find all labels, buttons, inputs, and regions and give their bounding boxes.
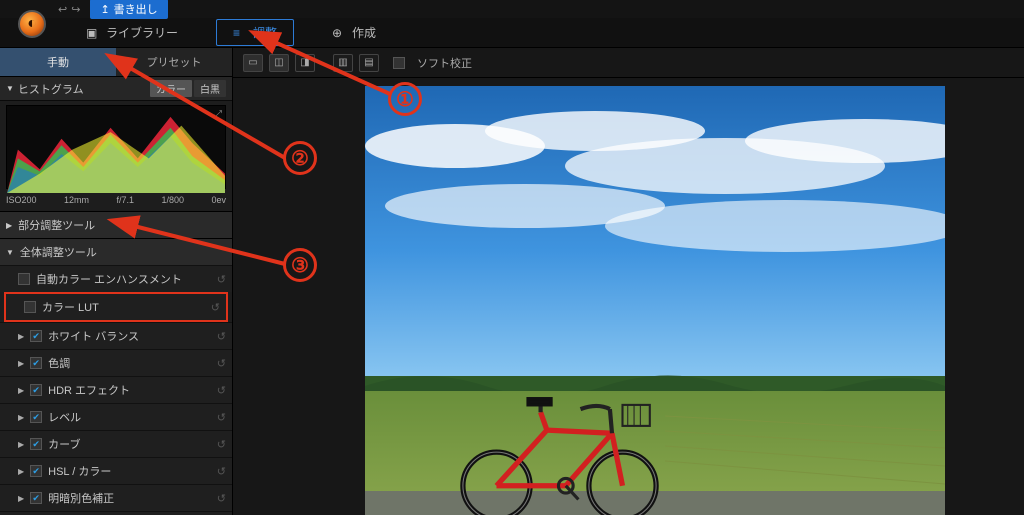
redo-button[interactable]: ↪ [71,3,80,16]
histogram-view: ⤢ [6,105,226,189]
reset-icon[interactable]: ↺ [217,492,226,505]
tool-label: ホワイト バランス [48,328,139,344]
tool-label: 色調 [48,355,70,371]
nav-create-label: 作成 [352,24,376,41]
chevron-down-icon: ▼ [6,248,14,257]
checkbox[interactable] [30,411,42,423]
histogram-mode-color[interactable]: カラー [150,80,192,97]
view-compare-icon[interactable]: ◫ [269,54,289,72]
export-label: 書き出し [114,1,158,17]
chevron-right-icon: ▶ [18,332,24,341]
tool-label: 自動カラー エンハンスメント [36,271,182,287]
nav-library-label: ライブラリー [106,24,178,41]
nav-adjust[interactable]: ≡ 調整 [216,19,294,46]
softproof-checkbox[interactable] [393,57,405,69]
view-mirror-icon[interactable]: ▥ [333,54,353,72]
chevron-right-icon: ▶ [18,467,24,476]
tool-auto-enhance[interactable]: 自動カラー エンハンスメント ↺ [0,265,232,292]
tool-label: レベル [48,409,81,425]
annotation-3: ③ [283,248,317,282]
tool-split-tone[interactable]: ▶ 明暗別色補正 ↺ [0,484,232,511]
checkbox[interactable] [30,384,42,396]
reset-icon[interactable]: ↺ [217,357,226,370]
tab-manual[interactable]: 手動 [0,48,116,76]
checkbox[interactable] [30,492,42,504]
image-viewport[interactable] [233,78,1024,515]
export-button[interactable]: ↥ 書き出し [90,0,167,19]
tool-color-lut[interactable]: カラー LUT ↺ [4,292,228,322]
tool-curve[interactable]: ▶ カーブ ↺ [0,430,232,457]
app-logo-icon: ◐ [18,10,46,38]
reset-icon[interactable]: ↺ [217,330,226,343]
chevron-right-icon: ▶ [18,440,24,449]
undo-button[interactable]: ↩ [58,3,67,16]
nav-adjust-label: 調整 [253,24,277,41]
tool-label: 明暗別色補正 [48,490,114,506]
chevron-down-icon: ▼ [6,84,14,93]
histogram-header[interactable]: ▼ ヒストグラム カラー 白黒 [0,77,232,101]
create-icon: ⊕ [332,26,346,40]
chevron-right-icon: ▶ [18,386,24,395]
chevron-right-icon: ▶ [18,413,24,422]
tool-detail[interactable]: ▶ ディテール ↺ [0,511,232,515]
tab-preset[interactable]: プリセット [116,48,232,76]
reset-icon[interactable]: ↺ [217,273,226,286]
tool-hsl[interactable]: ▶ HSL / カラー ↺ [0,457,232,484]
section-partial[interactable]: ▶ 部分調整ツール [0,211,232,238]
tool-label: HSL / カラー [48,463,111,479]
chevron-right-icon: ▶ [18,359,24,368]
checkbox[interactable] [30,438,42,450]
adjust-sidebar: 手動 プリセット ▼ ヒストグラム カラー 白黒 ⤢ ISO200 12mm f… [0,48,233,515]
tool-tone[interactable]: ▶ 色調 ↺ [0,349,232,376]
checkbox[interactable] [30,465,42,477]
tool-label: HDR エフェクト [48,382,130,398]
annotation-2: ② [283,141,317,175]
reset-icon[interactable]: ↺ [217,411,226,424]
view-split-icon[interactable]: ◨ [295,54,315,72]
checkbox[interactable] [24,301,36,313]
section-partial-label: 部分調整ツール [18,217,95,233]
histo-shutter: 1/800 [161,195,184,205]
checkbox[interactable] [30,330,42,342]
tool-white-balance[interactable]: ▶ ホワイト バランス ↺ [0,322,232,349]
nav-library[interactable]: ▣ ライブラリー [70,20,194,45]
library-icon: ▣ [86,26,100,40]
view-single-icon[interactable]: ▭ [243,54,263,72]
reset-icon[interactable]: ↺ [211,301,220,314]
chevron-right-icon: ▶ [18,494,24,503]
view-flip-icon[interactable]: ▤ [359,54,379,72]
histo-focal: 12mm [64,195,89,205]
export-icon: ↥ [100,3,109,16]
reset-icon[interactable]: ↺ [217,438,226,451]
tool-level[interactable]: ▶ レベル ↺ [0,403,232,430]
histo-iso: ISO200 [6,195,37,205]
tool-hdr[interactable]: ▶ HDR エフェクト ↺ [0,376,232,403]
chevron-right-icon: ▶ [6,221,12,230]
histogram-mode-bw[interactable]: 白黒 [194,80,226,97]
histo-ev: 0ev [211,195,226,205]
viewer-toolbar: ▭ ◫ ◨ ▥ ▤ ソフト校正 [233,48,1024,78]
reset-icon[interactable]: ↺ [217,384,226,397]
softproof-label: ソフト校正 [417,55,472,71]
checkbox[interactable] [18,273,30,285]
section-global[interactable]: ▼ 全体調整ツール [0,238,232,265]
tool-label: カーブ [48,436,80,452]
section-global-label: 全体調整ツール [20,244,97,260]
preview-image [365,86,945,515]
histogram-title: ヒストグラム [18,81,84,97]
annotation-1: ① [388,82,422,116]
histo-fstop: f/7.1 [116,195,134,205]
checkbox[interactable] [30,357,42,369]
adjust-icon: ≡ [233,26,247,40]
tool-label: カラー LUT [42,299,99,315]
reset-icon[interactable]: ↺ [217,465,226,478]
nav-create[interactable]: ⊕ 作成 [316,20,392,45]
